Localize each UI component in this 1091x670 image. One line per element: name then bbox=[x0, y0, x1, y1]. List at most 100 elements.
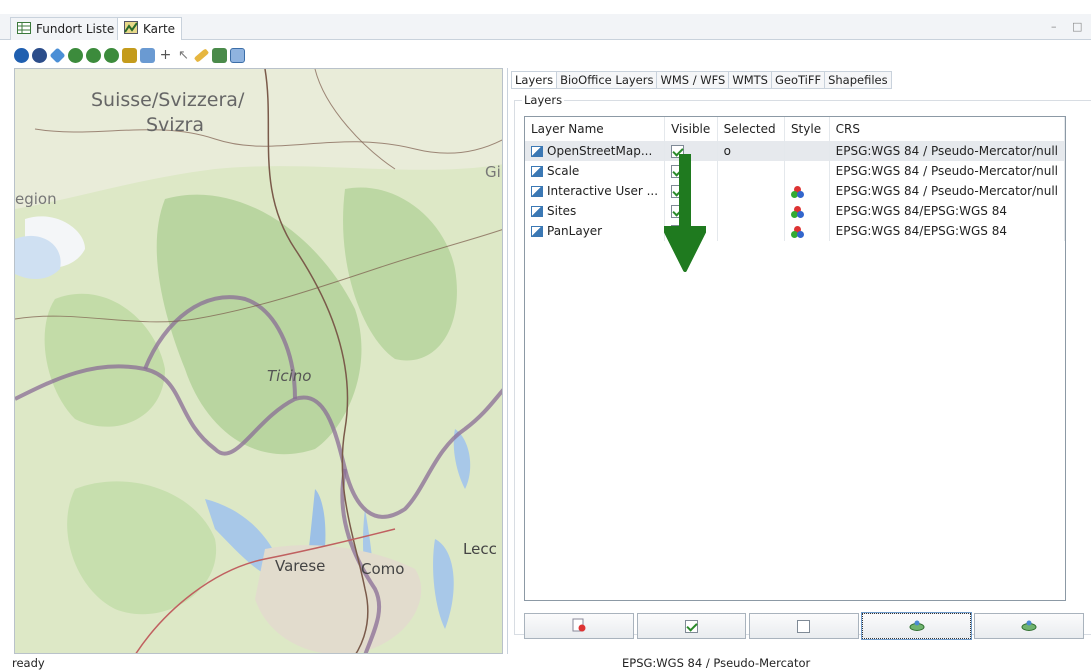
map-label: Svizra bbox=[146, 114, 204, 136]
style-cell[interactable] bbox=[784, 161, 830, 181]
style-layer-icon bbox=[909, 619, 925, 634]
visible-checkbox[interactable] bbox=[671, 185, 685, 198]
layer-name-cell[interactable]: OpenStreetMap... bbox=[525, 141, 666, 161]
column-header-layer-name[interactable]: Layer Name bbox=[525, 117, 666, 141]
layer-name: PanLayer bbox=[547, 224, 603, 238]
layer-name-cell[interactable]: Interactive User ... bbox=[525, 181, 666, 201]
column-header-style[interactable]: Style bbox=[784, 117, 830, 141]
tab-karte[interactable]: Karte bbox=[117, 17, 183, 40]
table-row[interactable]: Interactive User ... EPSG:WGS 84 / Pseudo… bbox=[525, 181, 1066, 201]
crs-cell: EPSG:WGS 84/EPSG:WGS 84 bbox=[829, 201, 1066, 221]
column-header-crs[interactable]: CRS bbox=[829, 117, 1066, 141]
table-row[interactable]: Sites EPSG:WGS 84/EPSG:WGS 84 bbox=[525, 201, 1066, 221]
style-cell[interactable] bbox=[784, 181, 830, 201]
tab-label: Karte bbox=[143, 22, 176, 36]
crs-cell: EPSG:WGS 84/EPSG:WGS 84 bbox=[829, 221, 1066, 241]
visible-checkbox[interactable] bbox=[671, 165, 685, 178]
selected-cell[interactable] bbox=[717, 201, 785, 221]
column-header-visible[interactable]: Visible bbox=[664, 117, 718, 141]
info-icon[interactable] bbox=[14, 47, 29, 63]
style-layer-button[interactable] bbox=[860, 612, 973, 640]
table-row[interactable]: Scale EPSG:WGS 84 / Pseudo-Mercator/null bbox=[525, 161, 1066, 181]
map-icon bbox=[124, 21, 138, 37]
style-icon bbox=[790, 185, 804, 198]
visible-cell bbox=[664, 181, 718, 201]
map-label: Suisse/Svizzera/ bbox=[91, 89, 245, 111]
pointer-icon[interactable]: ↖ bbox=[176, 48, 191, 63]
map-toolbar: + ↖ bbox=[14, 44, 245, 66]
visible-checkbox[interactable] bbox=[671, 145, 685, 158]
style-cell[interactable] bbox=[784, 141, 830, 161]
table-row[interactable]: PanLayer EPSG:WGS 84/EPSG:WGS 84 bbox=[525, 221, 1066, 241]
status-text: ready bbox=[12, 656, 45, 670]
layers-panel-tabs: Layers BioOffice Layers WMS / WFS WMTS G… bbox=[511, 71, 892, 89]
layer-type-icon bbox=[531, 206, 543, 217]
tab-shapefiles[interactable]: Shapefiles bbox=[825, 71, 892, 89]
layers-group-label: Layers bbox=[522, 93, 565, 107]
layer-name: OpenStreetMap... bbox=[547, 144, 653, 158]
table-row[interactable]: OpenStreetMap... o EPSG:WGS 84 / Pseudo-Me… bbox=[525, 141, 1066, 161]
uncheck-all-icon bbox=[797, 619, 811, 633]
selected-cell[interactable] bbox=[717, 181, 785, 201]
style-layer-button-2[interactable] bbox=[974, 613, 1084, 639]
table-header-row: Layer Name Visible Selected Style CRS bbox=[525, 117, 1066, 141]
tab-wmts[interactable]: WMTS bbox=[729, 71, 772, 89]
selected-cell[interactable]: o bbox=[717, 141, 785, 161]
visible-cell bbox=[664, 221, 718, 241]
layers-panel: Layers BioOffice Layers WMS / WFS WMTS G… bbox=[507, 68, 1091, 654]
map-label: Varese bbox=[275, 557, 325, 575]
tab-layers[interactable]: Layers bbox=[511, 71, 558, 89]
tab-label: Fundort Liste bbox=[36, 22, 115, 36]
map-label: egion bbox=[15, 190, 57, 208]
map-label: Como bbox=[361, 560, 404, 578]
remove-layer-icon bbox=[572, 618, 586, 635]
layer-name-cell[interactable]: Scale bbox=[525, 161, 666, 181]
export-icon[interactable] bbox=[212, 47, 227, 63]
crs-cell: EPSG:WGS 84 / Pseudo-Mercator/null bbox=[829, 161, 1066, 181]
layer-icon[interactable] bbox=[122, 47, 137, 63]
visible-checkbox[interactable] bbox=[671, 225, 685, 238]
style-cell[interactable] bbox=[784, 201, 830, 221]
layer-name-cell[interactable]: Sites bbox=[525, 201, 666, 221]
window-icon[interactable] bbox=[230, 47, 245, 63]
layer-name: Sites bbox=[547, 204, 577, 218]
remove-layer-button[interactable] bbox=[524, 613, 634, 639]
tab-fundort-liste[interactable]: Fundort Liste bbox=[10, 17, 122, 40]
map-canvas[interactable]: Suisse/Svizzera/ Svizra egion Ticino Var… bbox=[14, 68, 503, 654]
uncheck-all-button[interactable] bbox=[749, 613, 859, 639]
style-cell[interactable] bbox=[784, 221, 830, 241]
visible-cell bbox=[664, 201, 718, 221]
crosshair-icon[interactable]: + bbox=[158, 47, 173, 63]
measure-icon[interactable] bbox=[193, 47, 210, 63]
layers-table[interactable]: Layer Name Visible Selected Style CRS Op… bbox=[524, 116, 1066, 601]
zoom-icon[interactable] bbox=[68, 47, 83, 63]
zoom-in-icon[interactable] bbox=[86, 47, 101, 63]
visible-cell bbox=[664, 141, 718, 161]
layer-type-icon bbox=[531, 186, 543, 197]
visible-checkbox[interactable] bbox=[671, 205, 685, 218]
layer-type-icon bbox=[531, 226, 543, 237]
pan-icon[interactable] bbox=[49, 47, 66, 63]
editor-tab-bar: Fundort Liste Karte – □ bbox=[0, 14, 1091, 40]
status-crs: EPSG:WGS 84 / Pseudo-Mercator bbox=[622, 656, 811, 670]
check-all-button[interactable] bbox=[636, 613, 747, 639]
minimize-icon[interactable]: – bbox=[1051, 20, 1057, 33]
select-icon[interactable] bbox=[140, 47, 155, 63]
tab-geotiff[interactable]: GeoTiFF bbox=[771, 71, 826, 89]
column-header-selected[interactable]: Selected bbox=[717, 117, 785, 141]
tab-wms-wfs[interactable]: WMS / WFS bbox=[657, 71, 730, 89]
wkt-icon[interactable] bbox=[32, 47, 47, 63]
style-layer-icon bbox=[1021, 619, 1037, 634]
maximize-icon[interactable]: □ bbox=[1072, 20, 1082, 33]
selected-cell[interactable] bbox=[717, 221, 785, 241]
map-label: Ticino bbox=[267, 367, 311, 385]
map-label: Lecc bbox=[463, 540, 497, 558]
layer-name-cell[interactable]: PanLayer bbox=[525, 221, 666, 241]
crs-cell: EPSG:WGS 84 / Pseudo-Mercator/null bbox=[829, 141, 1066, 161]
zoom-out-icon[interactable] bbox=[104, 47, 119, 63]
tab-biooffice-layers[interactable]: BioOffice Layers bbox=[557, 71, 658, 89]
selected-cell[interactable] bbox=[717, 161, 785, 181]
layer-name: Scale bbox=[547, 164, 580, 178]
layer-name: Interactive User ... bbox=[547, 184, 659, 198]
style-icon bbox=[790, 205, 804, 218]
